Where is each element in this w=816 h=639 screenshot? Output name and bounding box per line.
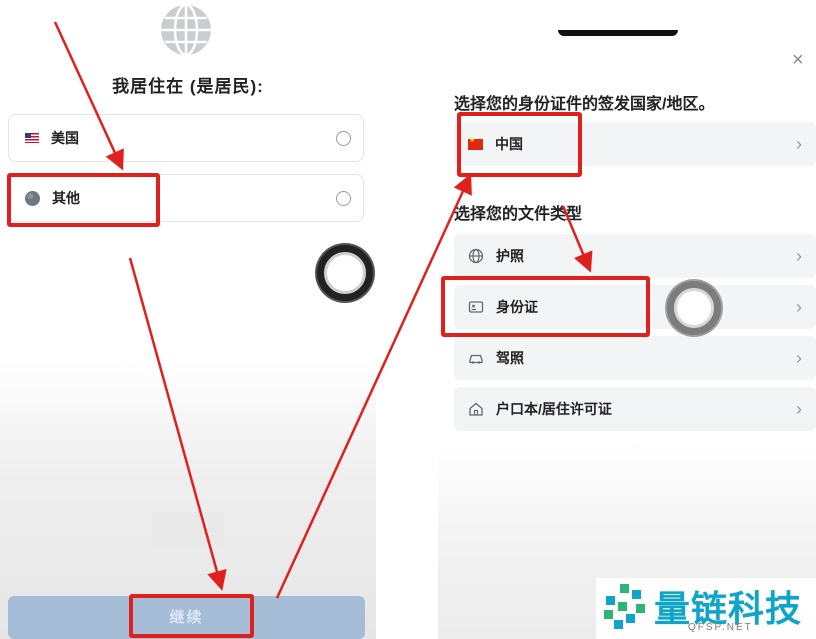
car-icon: [469, 354, 483, 364]
globe-icon: [161, 4, 211, 56]
radio-usa[interactable]: [336, 130, 351, 146]
chevron-right-icon: ›: [796, 297, 802, 317]
doc-type-household-register[interactable]: 户口本/居住许可证 ›: [454, 387, 816, 431]
option-usa-label: 美国: [51, 130, 79, 146]
chevron-right-icon: ›: [796, 246, 802, 266]
top-notch: [558, 30, 678, 36]
doc-type-passport[interactable]: 护照 ›: [454, 234, 816, 278]
highlight-other-option: [7, 173, 160, 227]
residence-title: 我居住在 (是居民):: [112, 77, 264, 96]
watermark: 量链科技 QFSP.NET: [596, 578, 816, 639]
brand-logo-icon: [604, 584, 645, 629]
chevron-right-icon: ›: [796, 134, 802, 154]
watermark-site: QFSP.NET: [688, 622, 753, 633]
loading-spinner-icon: [667, 281, 721, 335]
globe-icon: [468, 248, 484, 264]
loading-spinner-icon: [317, 245, 373, 301]
residence-screen: 我居住在 (是居民): 美国 其他 继续: [0, 0, 376, 639]
placeholder-block: [152, 512, 224, 548]
country-section-title: 选择您的身份证件的签发国家/地区。: [454, 96, 715, 113]
highlight-continue-button: [129, 594, 254, 638]
doc-type-household-register-label: 户口本/居住许可证: [496, 401, 612, 417]
chevron-right-icon: ›: [796, 399, 802, 419]
doc-type-drivers-license-label: 驾照: [496, 350, 524, 366]
highlight-id-card-option: [441, 276, 650, 337]
us-flag-icon: [25, 133, 39, 143]
home-icon: [469, 402, 483, 416]
close-icon[interactable]: ×: [792, 50, 804, 70]
doc-type-section-title: 选择您的文件类型: [454, 206, 583, 223]
highlight-china-option: [457, 112, 582, 177]
chevron-right-icon: ›: [796, 348, 802, 368]
radio-other[interactable]: [336, 190, 351, 206]
doc-type-passport-label: 护照: [496, 248, 524, 264]
doc-type-drivers-license[interactable]: 驾照 ›: [454, 336, 816, 380]
option-usa[interactable]: 美国: [8, 114, 364, 162]
